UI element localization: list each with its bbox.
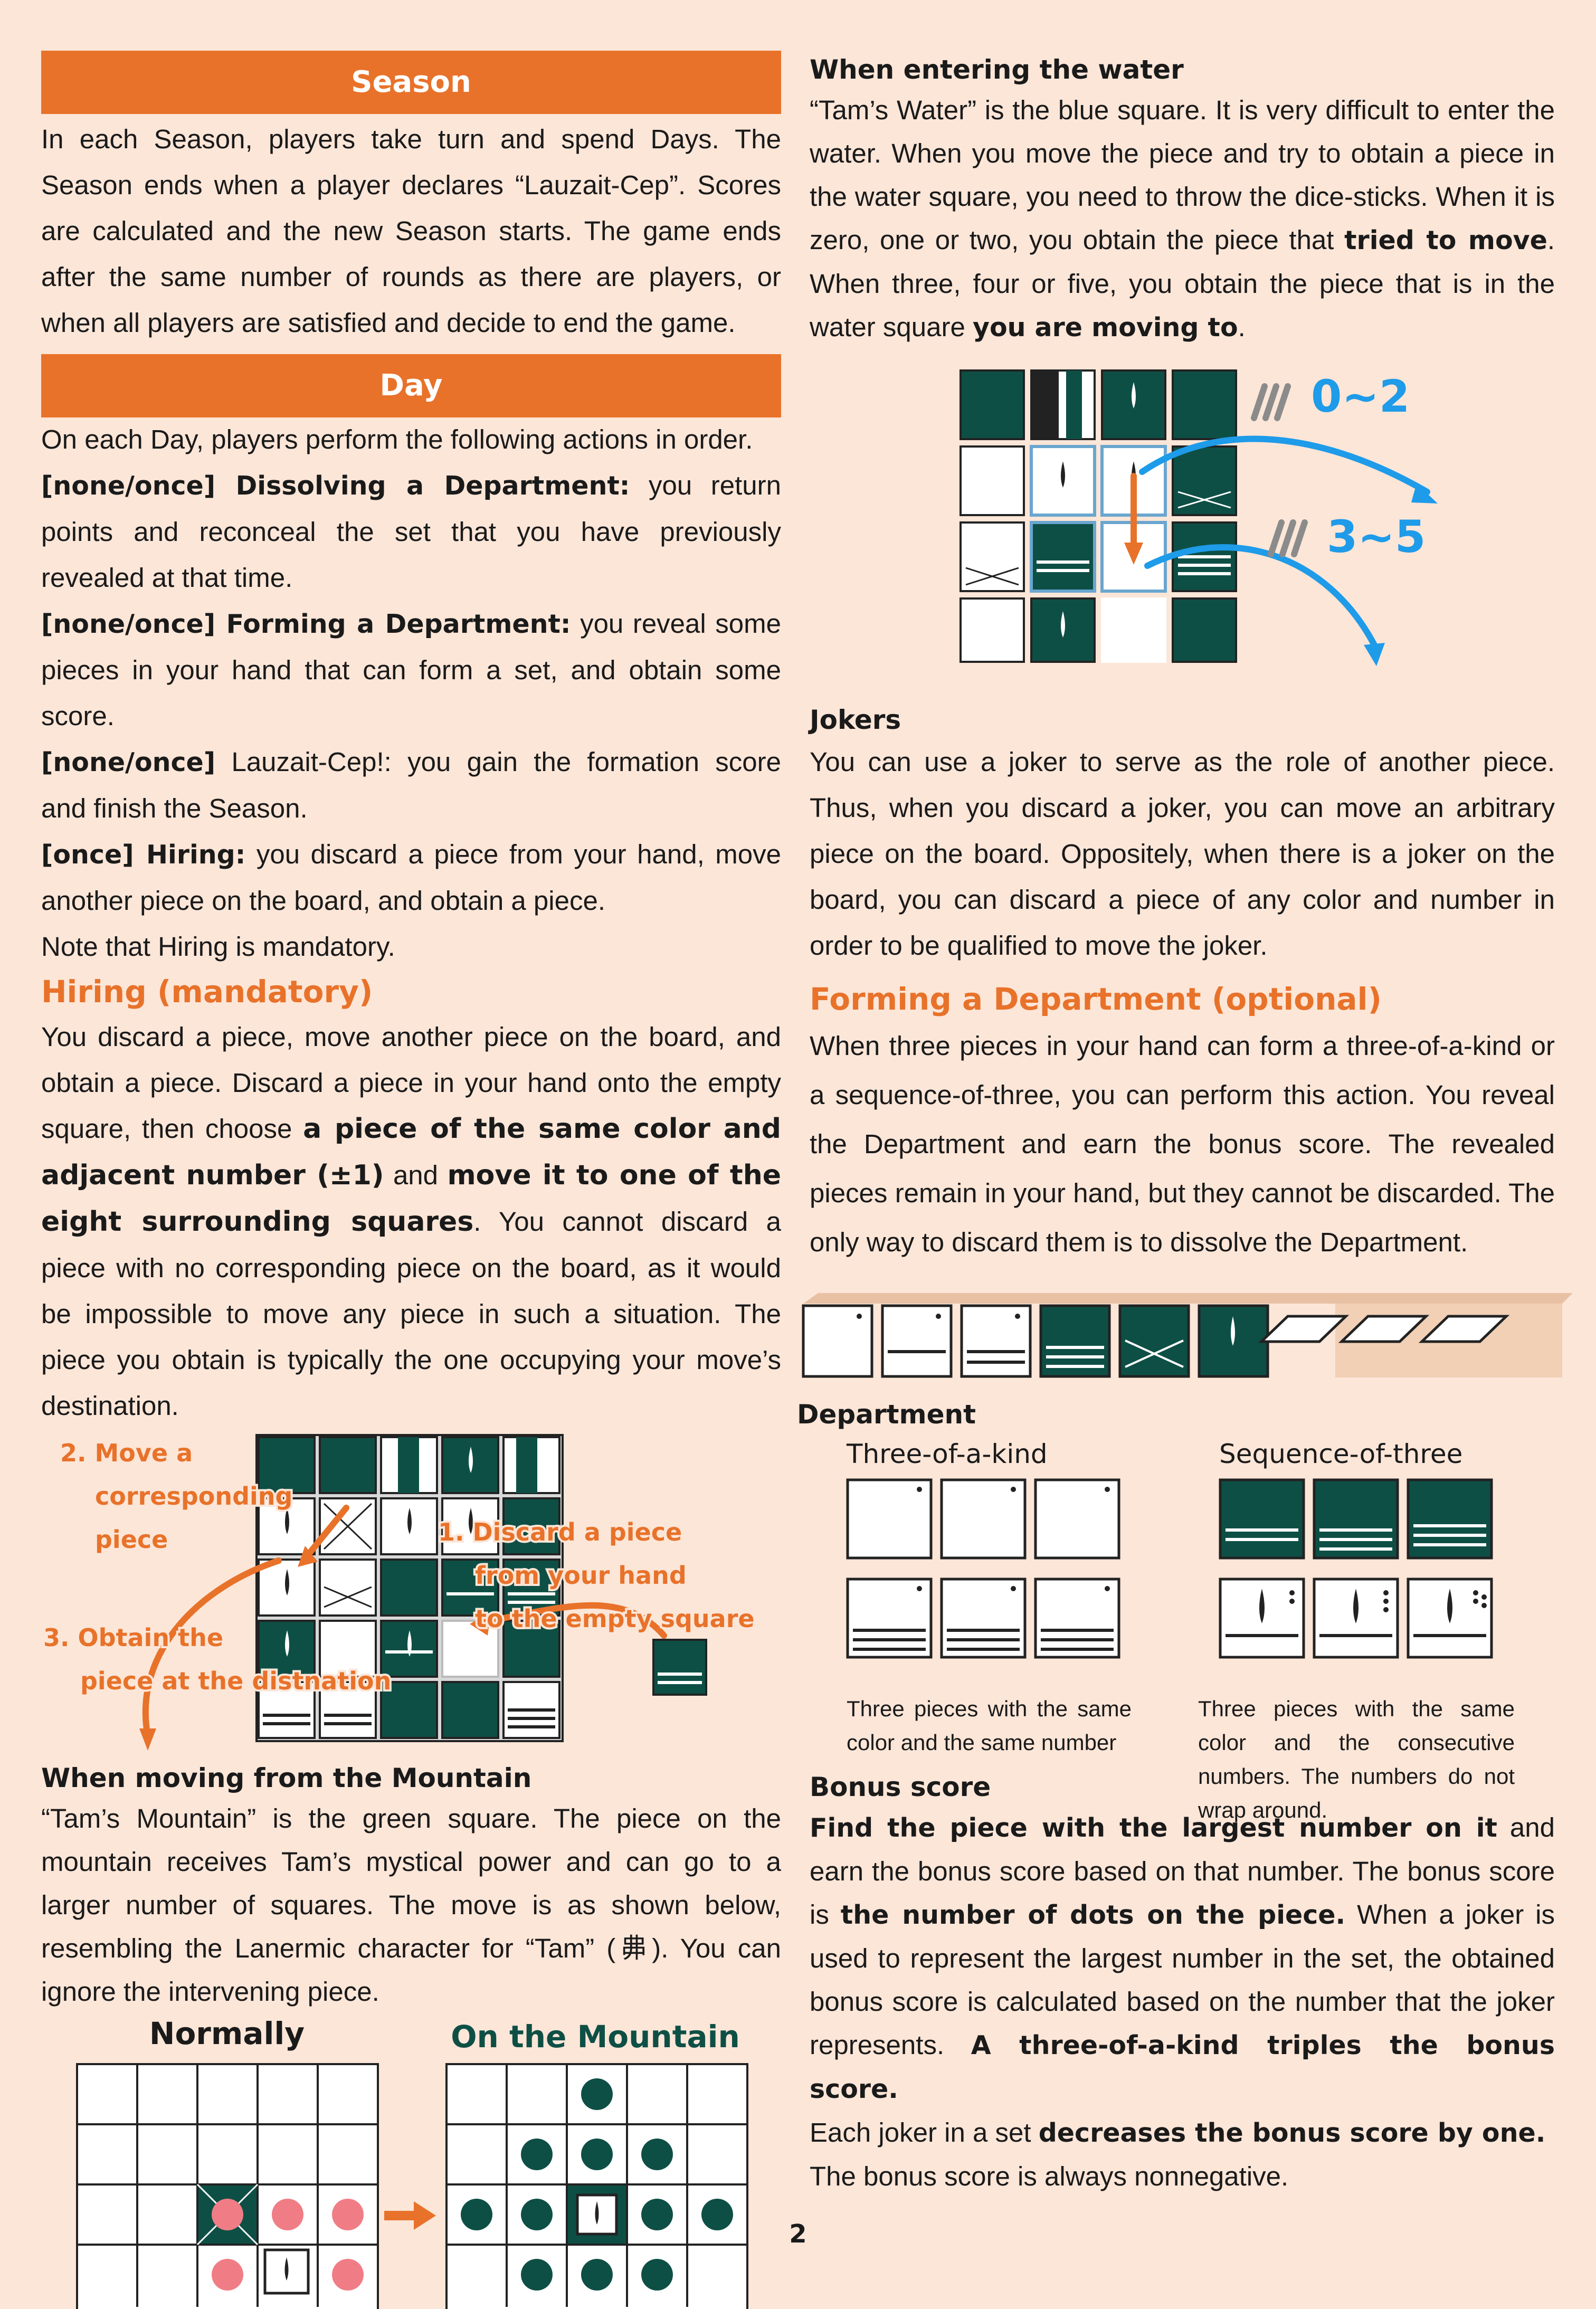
action-hiring: [once] Hiring: you discard a piece from … xyxy=(41,839,781,916)
page-number: 2 xyxy=(789,2219,807,2249)
department-heading: Department xyxy=(797,1399,976,1430)
label-move-1: 2. Move a xyxy=(60,1439,193,1467)
jokers-text: You can use a joker to serve as the role… xyxy=(810,747,1555,961)
mountain-text: “Tam’s Mountain” is the green square. Th… xyxy=(41,1803,781,2007)
day-banner: Day xyxy=(41,354,781,417)
mountain-heading: When moving from the Mountain xyxy=(41,1763,532,1793)
sequence-of-three-caption: Three pieces with the same color and the… xyxy=(1198,1696,1515,1822)
label-discard-1: 1. Discard a piece xyxy=(438,1518,682,1546)
action-dissolve: [none/once] Dissolving a Department: you… xyxy=(41,470,782,593)
pieces-row xyxy=(802,1293,1573,1378)
three-of-a-kind-label: Three-of-a-kind xyxy=(847,1439,1048,1469)
season-text: In each Season, players take turn and sp… xyxy=(41,124,781,338)
water-heading: When entering the water xyxy=(810,54,1184,85)
right-column: When entering the water “Tam’s Water” is… xyxy=(797,51,1573,2198)
label-obtain-2: piece at the distnation xyxy=(80,1667,391,1695)
forming-text: When three pieces in your hand can form … xyxy=(810,1031,1555,1257)
label-on-mountain: On the Mountain xyxy=(451,2019,740,2055)
action-form: [none/once] Forming a Department: you re… xyxy=(41,609,782,731)
day-note: Note that Hiring is mandatory. xyxy=(41,932,395,962)
season-banner: Season xyxy=(41,51,781,114)
three-of-a-kind-caption: Three pieces with the same color and the… xyxy=(847,1696,1132,1755)
label-obtain-1: 3. Obtain the xyxy=(43,1623,223,1652)
left-column: Season In each Season, players take turn… xyxy=(41,51,781,2309)
water-diagram: 0~2 3~5 xyxy=(960,369,1438,666)
bonus-text: Find the piece with the largest number o… xyxy=(810,1812,1555,2191)
sequence-of-three-label: Sequence-of-three xyxy=(1219,1439,1463,1469)
forming-heading: Forming a Department (optional) xyxy=(810,981,1382,1017)
hand-piece xyxy=(652,1639,707,1696)
dice-sticks xyxy=(1251,383,1308,557)
jokers-heading: Jokers xyxy=(810,705,901,735)
label-normally: Normally xyxy=(149,2016,305,2051)
hiring-diagram: 2. Move a corresponding piece 1. Discard… xyxy=(41,1434,757,1751)
department-pieces xyxy=(846,1478,1493,1659)
label-move-2: corresponding xyxy=(95,1482,292,1510)
label-discard-3: to the empty square xyxy=(475,1604,755,1633)
water-board xyxy=(960,369,1237,663)
day-intro: On each Day, players perform the followi… xyxy=(41,424,753,454)
day-text: On each Day, players perform the followi… xyxy=(41,416,781,970)
hiring-heading: Hiring (mandatory) xyxy=(41,974,373,1010)
label-3-5: 3~5 xyxy=(1327,511,1426,563)
label-0-2: 0~2 xyxy=(1311,370,1410,422)
mountain-diagram: Normally On the Mountain xyxy=(76,2016,748,2309)
label-discard-2: from your hand xyxy=(475,1561,687,1590)
label-move-3: piece xyxy=(95,1525,168,1554)
hiring-text: You discard a piece, move another piece … xyxy=(41,1022,782,1421)
water-text: “Tam’s Water” is the blue square. It is … xyxy=(810,95,1555,343)
department-examples: Three-of-a-kind Sequence-of-three Three … xyxy=(810,1433,1555,1822)
action-lauzait: [none/once] Lauzait-Cep!: you gain the f… xyxy=(41,747,781,823)
